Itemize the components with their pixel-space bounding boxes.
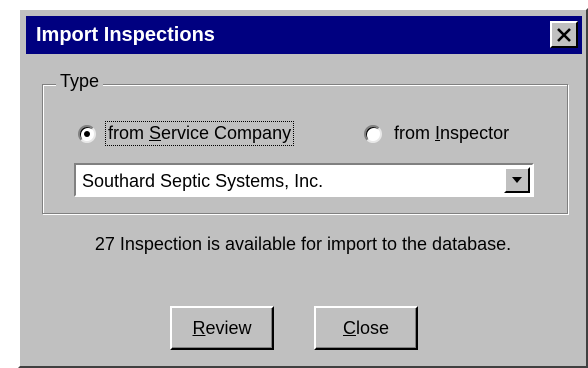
dialog-title: Import Inspections (36, 24, 215, 46)
radio-service-company-label: from Service Company (104, 121, 295, 146)
radio-selected-icon (78, 124, 96, 143)
type-group-label: Type (56, 69, 104, 93)
radio-from-inspector[interactable]: from Inspector (364, 122, 511, 145)
radio-unselected-icon (364, 124, 382, 143)
radio-from-service-company[interactable]: from Service Company (78, 121, 295, 146)
title-bar[interactable]: Import Inspections (26, 16, 582, 54)
close-button[interactable]: Close (314, 306, 418, 350)
close-window-button[interactable] (550, 21, 578, 48)
import-inspections-dialog: Import Inspections Type from Service Com… (18, 8, 588, 368)
close-x-icon (557, 27, 571, 42)
review-button[interactable]: Review (170, 306, 274, 350)
company-select-value: Southard Septic Systems, Inc. (82, 171, 324, 191)
close-button-label: Close (342, 317, 390, 338)
chevron-down-icon (512, 177, 522, 183)
review-button-label: Review (192, 317, 252, 338)
company-dropdown-button[interactable] (504, 167, 530, 193)
import-status-text: 27 Inspection is available for import to… (94, 234, 512, 254)
company-select[interactable]: Southard Septic Systems, Inc. (74, 163, 534, 197)
radio-inspector-label: from Inspector (394, 123, 510, 143)
